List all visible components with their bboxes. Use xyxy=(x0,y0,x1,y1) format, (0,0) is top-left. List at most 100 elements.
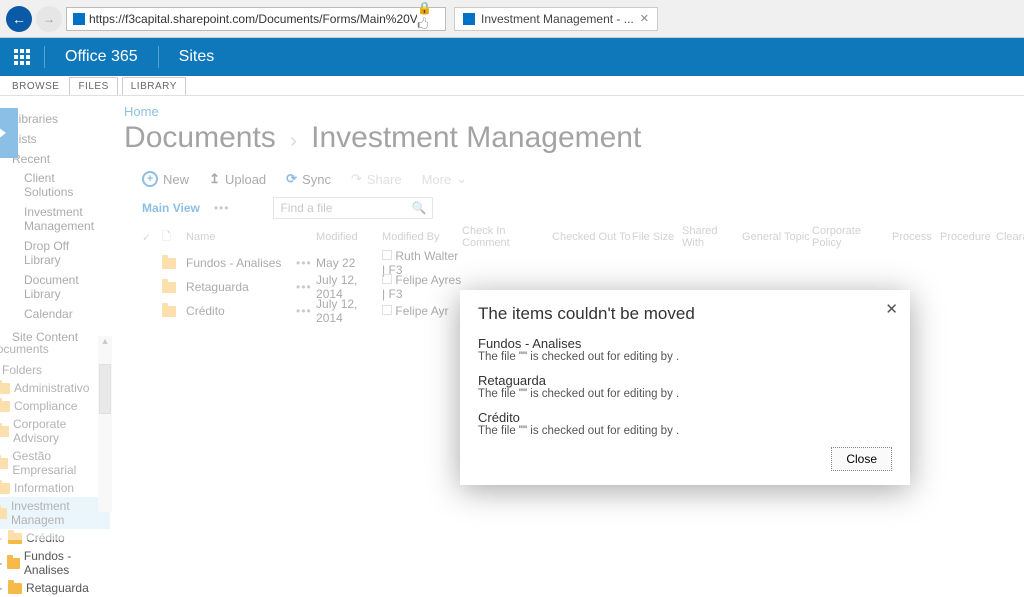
nav-item[interactable]: Document Library xyxy=(12,270,94,304)
ribbon-tab-files[interactable]: FILES xyxy=(69,77,117,95)
col[interactable]: File Size xyxy=(632,231,682,243)
app-launcher-button[interactable] xyxy=(0,38,44,76)
new-button[interactable]: +New xyxy=(142,171,189,187)
address-bar[interactable]: https://f3capital.sharepoint.com/Documen… xyxy=(66,7,446,31)
share-button: ↷Share xyxy=(351,171,402,187)
url-text: https://f3capital.sharepoint.com/Documen… xyxy=(89,12,417,26)
dialog-item-msg: The file "" is checked out for editing b… xyxy=(478,351,892,363)
item-menu-icon[interactable]: ••• xyxy=(296,304,316,318)
scroll-thumb[interactable] xyxy=(99,364,111,414)
nav-header-recent[interactable]: Recent xyxy=(12,152,94,166)
tree-node[interactable]: ◢Folders xyxy=(0,361,110,379)
tree-node[interactable]: ▷Fundos - Analises xyxy=(0,547,110,579)
modified: July 12, 2014 xyxy=(316,297,382,325)
checkbox[interactable] xyxy=(382,274,392,284)
title-folder: Investment Management xyxy=(311,121,641,154)
sharepoint-favicon xyxy=(463,13,475,25)
col[interactable]: General Topic xyxy=(742,231,812,243)
chevron-down-icon: ⌄ xyxy=(456,171,467,187)
tree-node[interactable]: ▷Gestão Empresarial xyxy=(0,447,110,479)
view-name[interactable]: Main View xyxy=(142,201,200,215)
sync-button[interactable]: ⟳Sync xyxy=(286,171,331,187)
search-input[interactable]: Find a file 🔍 xyxy=(273,197,433,219)
tree-node[interactable]: ▷Corporate Advisory xyxy=(0,415,110,447)
dialog-item-name: Crédito xyxy=(478,410,892,425)
folder-icon xyxy=(162,258,176,269)
ribbon-tab-library[interactable]: LIBRARY xyxy=(122,77,186,95)
search-icon[interactable]: 🔍 xyxy=(412,201,427,215)
search-placeholder: Find a file xyxy=(280,201,332,215)
ribbon: BROWSE FILES LIBRARY xyxy=(0,76,1024,96)
col-modifiedby[interactable]: Modified By xyxy=(382,231,462,243)
sharepoint-favicon xyxy=(73,13,85,25)
file-name[interactable]: Retaguarda xyxy=(186,280,296,294)
nav-header-lists[interactable]: Lists xyxy=(12,132,94,146)
sync-icon: ⟳ xyxy=(286,171,297,187)
title-library[interactable]: Documents xyxy=(124,121,276,154)
col[interactable]: Check In Comment xyxy=(462,225,552,249)
tree-view: ▲ ◢🗐Documents ◢Folders ▷Administrativo ▷… xyxy=(0,336,110,597)
suite-bar: Office 365 Sites xyxy=(0,38,1024,76)
modified-by[interactable]: Felipe Ayres | F3 xyxy=(382,273,461,301)
nav-item[interactable]: Investment Management xyxy=(12,202,94,236)
back-button[interactable]: ← xyxy=(6,6,32,32)
waffle-icon xyxy=(14,49,30,65)
forward-button[interactable]: → xyxy=(36,6,62,32)
col[interactable]: Clearance xyxy=(996,231,1024,243)
view-row: Main View ••• Find a file 🔍 xyxy=(142,197,1024,219)
tree-node[interactable]: ▷Retaguarda xyxy=(0,579,110,597)
scroll-up-icon[interactable]: ▲ xyxy=(98,336,112,346)
sites-link[interactable]: Sites xyxy=(159,38,235,76)
nav-item[interactable]: Client Solutions xyxy=(12,168,94,202)
tree-node[interactable]: ▷Information xyxy=(0,479,110,497)
breadcrumb[interactable]: Home xyxy=(124,104,1024,119)
item-menu-icon[interactable]: ••• xyxy=(296,280,316,294)
tab-title: Investment Management - ... xyxy=(481,12,634,26)
col[interactable]: Corporate Policy xyxy=(812,225,892,249)
title-separator-icon: › xyxy=(290,130,297,152)
file-name[interactable]: Fundos - Analises xyxy=(186,256,296,270)
upload-button[interactable]: ↥Upload xyxy=(209,171,266,187)
view-menu-icon[interactable]: ••• xyxy=(214,201,230,215)
file-name[interactable]: Crédito xyxy=(186,304,296,318)
nav-item[interactable]: Calendar xyxy=(12,304,94,324)
tree-node[interactable]: ▷Crédito xyxy=(0,529,110,547)
scrollbar[interactable]: ▲ xyxy=(98,336,112,512)
close-button[interactable]: Close xyxy=(831,447,892,471)
nav-item[interactable]: Drop Off Library xyxy=(12,236,94,270)
share-icon: ↷ xyxy=(351,171,362,187)
upload-icon: ↥ xyxy=(209,171,220,187)
browser-tab[interactable]: Investment Management - ... ✕ xyxy=(454,7,658,31)
col[interactable]: Procedure xyxy=(940,231,996,243)
office365-link[interactable]: Office 365 xyxy=(45,38,158,76)
nav-header-libraries[interactable]: Libraries xyxy=(12,112,94,126)
col-modified[interactable]: Modified xyxy=(316,231,382,243)
tree-node-selected[interactable]: ◢Investment Managem xyxy=(0,497,110,529)
col[interactable]: Process xyxy=(892,231,940,243)
select-all[interactable]: ✓ xyxy=(142,231,162,244)
tree-node[interactable]: ▷Compliance xyxy=(0,397,110,415)
item-menu-icon[interactable]: ••• xyxy=(296,256,316,270)
browser-chrome: ← → https://f3capital.sharepoint.com/Doc… xyxy=(0,0,1024,38)
dialog-item-msg: The file "" is checked out for editing b… xyxy=(478,425,892,437)
modified-by[interactable]: Felipe Ayr xyxy=(395,304,448,318)
dialog-item-name: Fundos - Analises xyxy=(478,336,892,351)
tree-node[interactable]: ◢🗐Documents xyxy=(0,336,110,361)
tree-node[interactable]: ▷Administrativo xyxy=(0,379,110,397)
checkbox[interactable] xyxy=(382,250,392,260)
site-logo[interactable]: S xyxy=(0,108,18,158)
col[interactable]: Shared With xyxy=(682,225,742,249)
col-name[interactable]: Name xyxy=(186,231,296,243)
dialog-item: Crédito The file "" is checked out for e… xyxy=(478,410,892,437)
dialog-item: Retaguarda The file "" is checked out fo… xyxy=(478,373,892,400)
table-row[interactable]: Fundos - Analises ••• May 22 Ruth Walter… xyxy=(142,249,1024,273)
error-dialog: ✕ The items couldn't be moved Fundos - A… xyxy=(460,290,910,485)
more-button[interactable]: More ⌄ xyxy=(422,171,468,187)
toolbar: +New ↥Upload ⟳Sync ↷Share More ⌄ xyxy=(142,171,1024,187)
close-tab-icon[interactable]: ✕ xyxy=(640,12,649,25)
col[interactable]: Checked Out To xyxy=(552,231,632,243)
close-icon[interactable]: ✕ xyxy=(885,300,898,318)
checkbox[interactable] xyxy=(382,305,392,315)
ribbon-tab-browse[interactable]: BROWSE xyxy=(4,78,67,95)
folder-icon xyxy=(162,306,176,317)
